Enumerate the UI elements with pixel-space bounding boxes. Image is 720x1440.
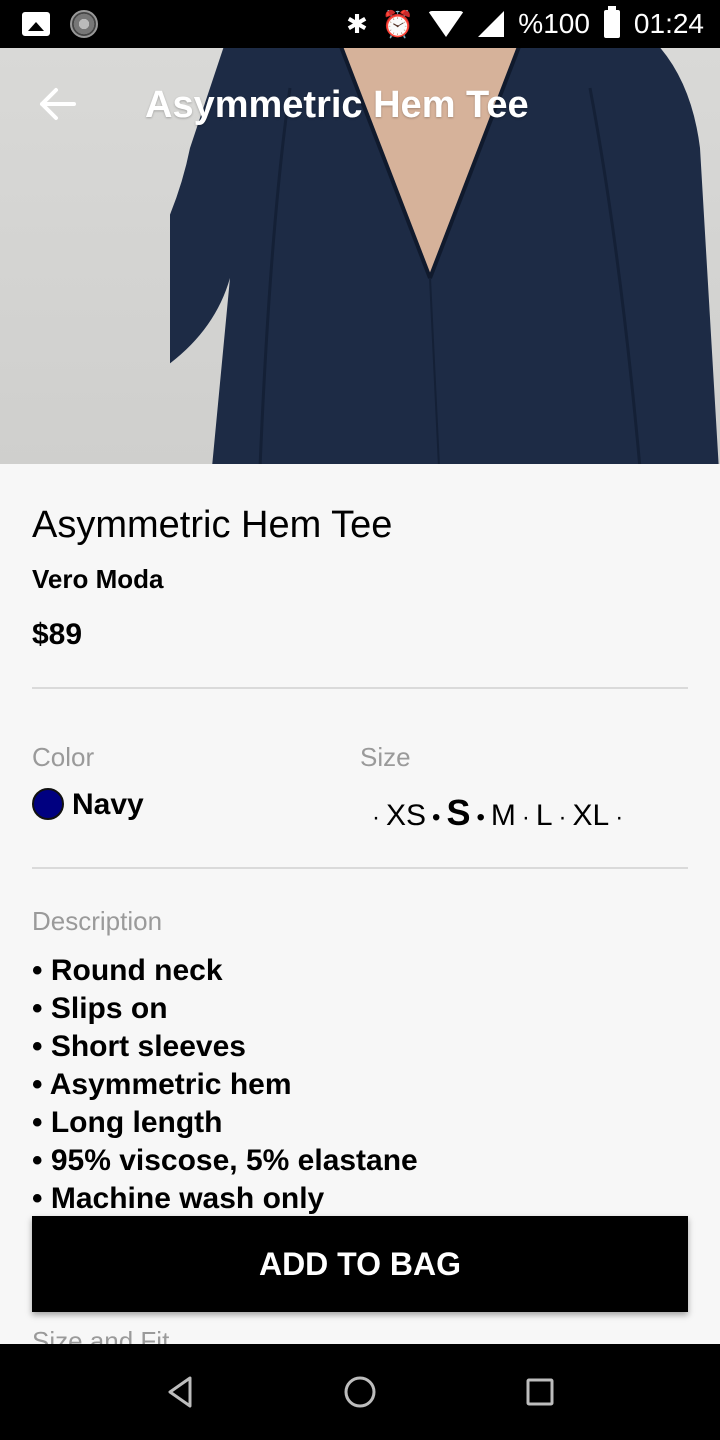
size-and-fit-label: Size and Fit — [32, 1326, 170, 1344]
description-item: 95% viscose, 5% elastane — [32, 1142, 418, 1180]
product-details: Asymmetric Hem Tee Vero Moda $89 Color N… — [0, 464, 720, 1344]
signal-icon — [478, 11, 505, 37]
bluetooth-icon: ✱ — [346, 9, 368, 39]
recents-square-icon[interactable] — [520, 1372, 560, 1412]
product-hero-image: Asymmetric Hem Tee — [0, 48, 720, 464]
size-separator: · — [521, 804, 530, 831]
size-option-s[interactable]: S — [446, 792, 470, 834]
color-name: Navy — [72, 788, 144, 821]
size-label: Size — [360, 742, 411, 772]
alarm-icon: ⏰ — [381, 9, 415, 39]
header-title: Asymmetric Hem Tee — [145, 84, 529, 126]
size-separator: • — [476, 804, 485, 831]
battery-icon — [603, 6, 620, 38]
size-option-l[interactable]: L — [536, 799, 553, 833]
description-item: Short sleeves — [32, 1028, 418, 1066]
description-item: Slips on — [32, 990, 418, 1028]
description-item: Machine wash only — [32, 1180, 418, 1218]
color-label: Color — [32, 742, 95, 772]
size-option-xs[interactable]: XS — [386, 799, 426, 833]
size-separator: · — [558, 804, 567, 831]
status-bar: ✱ ⏰ %100 01:24 — [0, 0, 720, 48]
product-price: $89 — [32, 618, 83, 651]
navigation-bar — [0, 1344, 720, 1440]
product-brand: Vero Moda — [32, 564, 164, 594]
loader-icon — [70, 10, 98, 38]
product-name: Asymmetric Hem Tee — [32, 504, 393, 546]
description-item: Round neck — [32, 952, 418, 990]
description-item: Asymmetric hem — [32, 1066, 418, 1104]
color-swatch[interactable] — [32, 788, 64, 820]
divider — [32, 867, 688, 869]
size-option-m[interactable]: M — [491, 799, 516, 833]
description-item: Long length — [32, 1104, 418, 1142]
description-list: Round neck Slips on Short sleeves Asymme… — [32, 952, 418, 1218]
clock: 01:24 — [633, 8, 704, 39]
size-option-xl[interactable]: XL — [573, 799, 610, 833]
divider — [32, 687, 688, 689]
wifi-icon — [428, 11, 465, 37]
size-separator: · — [615, 804, 624, 831]
back-arrow-icon[interactable] — [34, 84, 78, 124]
back-triangle-icon[interactable] — [160, 1372, 200, 1412]
battery-text: %100 — [518, 8, 590, 39]
add-to-bag-button[interactable]: ADD TO BAG — [32, 1216, 688, 1312]
description-label: Description — [32, 906, 163, 936]
size-separator: • — [432, 804, 441, 831]
size-selector: · XS • S • M · L · XL · — [366, 792, 629, 834]
size-separator: · — [372, 804, 380, 831]
image-icon — [22, 12, 50, 36]
home-circle-icon[interactable] — [340, 1372, 380, 1412]
